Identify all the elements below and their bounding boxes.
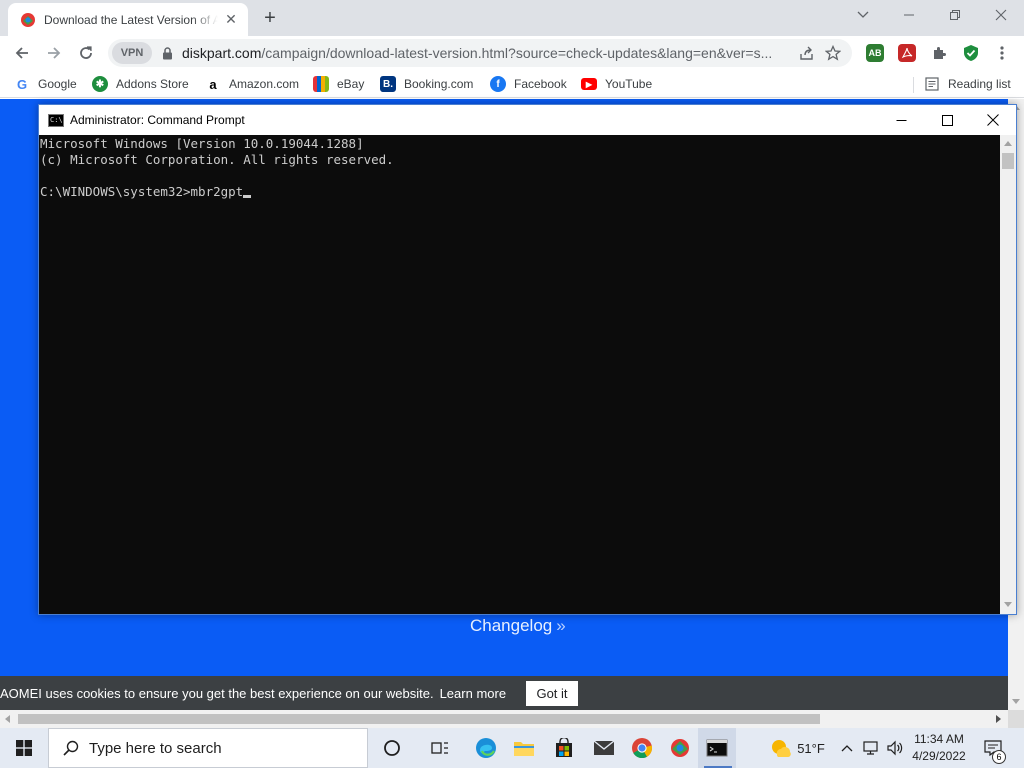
double-chevron-right-icon: » <box>556 616 566 635</box>
cortana-circle-icon[interactable] <box>372 728 412 768</box>
new-tab-button[interactable]: + <box>258 6 282 30</box>
clock-date: 4/29/2022 <box>912 749 966 763</box>
command-prompt-icon: C:\ <box>48 113 64 127</box>
text-cursor <box>243 195 252 198</box>
reading-list[interactable]: Reading list <box>924 74 1011 94</box>
ebay-bag-icon <box>313 76 329 92</box>
system-clock[interactable]: 11:34 AM 4/29/2022 <box>906 731 972 765</box>
scroll-left-arrow-icon[interactable] <box>5 715 10 723</box>
cmd-scrollbar[interactable] <box>1000 135 1016 614</box>
bookmark-google[interactable]: G Google <box>14 74 77 94</box>
console-line: Microsoft Windows [Version 10.0.19044.12… <box>40 136 364 151</box>
google-icon: G <box>16 76 28 92</box>
cmd-scroll-thumb[interactable] <box>1002 153 1014 169</box>
network-icon[interactable] <box>860 728 882 768</box>
bookmark-amazon[interactable]: a Amazon.com <box>205 74 299 94</box>
forward-arrow-icon[interactable] <box>40 39 68 67</box>
horizontal-scroll-thumb[interactable] <box>18 714 820 724</box>
scroll-right-arrow-icon[interactable] <box>996 715 1001 723</box>
browser-menu-icon[interactable] <box>988 39 1016 67</box>
cmd-window-title: Administrator: Command Prompt <box>70 113 245 127</box>
clock-time: 11:34 AM <box>914 732 964 746</box>
browser-minimize-button[interactable] <box>886 0 932 30</box>
changelog-link[interactable]: Changelog » <box>470 616 566 636</box>
amazon-icon: a <box>209 76 217 92</box>
bookmark-addons-store[interactable]: ✱ Addons Store <box>92 74 189 94</box>
shield-extension-icon[interactable] <box>962 44 980 62</box>
console-command-text: C:\WINDOWS\system32>mbr2gpt <box>40 184 244 199</box>
aomei-favicon-icon <box>21 12 35 27</box>
address-bar[interactable]: VPN diskpart.com/campaign/download-lates… <box>108 39 852 67</box>
cmd-close-button[interactable] <box>970 105 1016 135</box>
reading-list-icon <box>924 76 940 92</box>
mail-icon[interactable] <box>584 728 624 768</box>
tab-search-chevron-down-icon[interactable] <box>840 0 886 30</box>
bookmark-facebook[interactable]: f Facebook <box>490 74 567 94</box>
bookmark-booking[interactable]: B. Booking.com <box>380 74 473 94</box>
booking-icon: B. <box>380 76 396 92</box>
taskbar-search-box[interactable]: Type here to search <box>48 728 368 768</box>
cmd-minimize-button[interactable] <box>878 105 924 135</box>
scrollbar-corner <box>1008 710 1024 728</box>
adblock-extension-icon[interactable]: AB <box>866 44 884 62</box>
volume-icon[interactable] <box>884 728 906 768</box>
browser-restore-button[interactable] <box>932 0 978 30</box>
page-horizontal-scrollbar[interactable] <box>0 710 1008 728</box>
cookie-got-it-button[interactable]: Got it <box>526 681 578 706</box>
cookie-learn-more-link[interactable]: Learn more <box>440 686 506 701</box>
url-text[interactable]: diskpart.com/campaign/download-latest-ve… <box>182 45 794 61</box>
browser-close-button[interactable] <box>978 0 1024 30</box>
command-prompt-taskbar-icon[interactable] <box>698 728 736 768</box>
youtube-icon: ▶ <box>581 78 597 90</box>
reload-icon[interactable] <box>72 39 100 67</box>
console-line: (c) Microsoft Corporation. All rights re… <box>40 152 394 167</box>
pdf-extension-icon[interactable] <box>898 44 916 62</box>
back-arrow-icon[interactable] <box>8 39 36 67</box>
bookmark-youtube[interactable]: ▶ YouTube <box>581 74 652 94</box>
lock-icon[interactable] <box>162 46 174 60</box>
cmd-scroll-down-arrow-icon[interactable] <box>1004 602 1012 607</box>
bookmark-ebay[interactable]: eBay <box>313 74 364 94</box>
cmd-scroll-up-arrow-icon[interactable] <box>1004 141 1012 146</box>
file-explorer-icon[interactable] <box>504 728 544 768</box>
windows-taskbar: Type here to search 51°F 11:34 AM 4/29/2… <box>0 728 1024 768</box>
task-view-icon[interactable] <box>420 728 460 768</box>
windows-start-icon[interactable] <box>0 728 48 768</box>
console-prompt-line[interactable]: C:\WINDOWS\system32>mbr2gpt <box>40 184 999 200</box>
addons-store-icon: ✱ <box>92 76 108 92</box>
tab-title: Download the Latest Version of AOMEI <box>44 12 218 27</box>
share-icon[interactable] <box>794 40 820 66</box>
chrome-icon[interactable] <box>622 728 662 768</box>
bookmarks-divider <box>913 77 914 93</box>
bookmark-star-icon[interactable] <box>820 40 846 66</box>
show-hidden-icons-chevron-up-icon[interactable] <box>838 728 856 768</box>
command-prompt-window[interactable]: C:\ Administrator: Command Prompt Micros… <box>38 104 1017 615</box>
facebook-icon: f <box>490 76 506 92</box>
aomei-app-icon[interactable] <box>660 728 700 768</box>
sun-cloud-icon <box>772 740 791 757</box>
microsoft-store-icon[interactable] <box>544 728 584 768</box>
vpn-badge[interactable]: VPN <box>112 42 152 64</box>
extensions-puzzle-icon[interactable] <box>930 44 948 62</box>
browser-toolbar: VPN diskpart.com/campaign/download-lates… <box>0 36 1024 70</box>
cookie-banner: AOMEI uses cookies to ensure you get the… <box>0 676 1008 710</box>
edge-browser-icon[interactable] <box>466 728 506 768</box>
close-tab-icon[interactable]: ✕ <box>222 11 240 29</box>
search-icon <box>63 740 79 756</box>
scroll-down-arrow-icon[interactable] <box>1012 699 1020 704</box>
cookie-message: AOMEI uses cookies to ensure you get the… <box>0 685 434 701</box>
cmd-title-bar[interactable]: C:\ Administrator: Command Prompt <box>39 105 1016 135</box>
bookmarks-bar: G Google ✱ Addons Store a Amazon.com eBa… <box>0 70 1024 98</box>
cmd-console-output[interactable]: Microsoft Windows [Version 10.0.19044.12… <box>39 135 999 614</box>
cmd-maximize-button[interactable] <box>924 105 970 135</box>
browser-tab[interactable]: Download the Latest Version of AOMEI ✕ <box>8 3 248 36</box>
notification-count-badge: 6 <box>992 750 1006 764</box>
weather-widget[interactable]: 51°F <box>762 728 832 768</box>
tab-strip: Download the Latest Version of AOMEI ✕ + <box>0 0 1024 36</box>
